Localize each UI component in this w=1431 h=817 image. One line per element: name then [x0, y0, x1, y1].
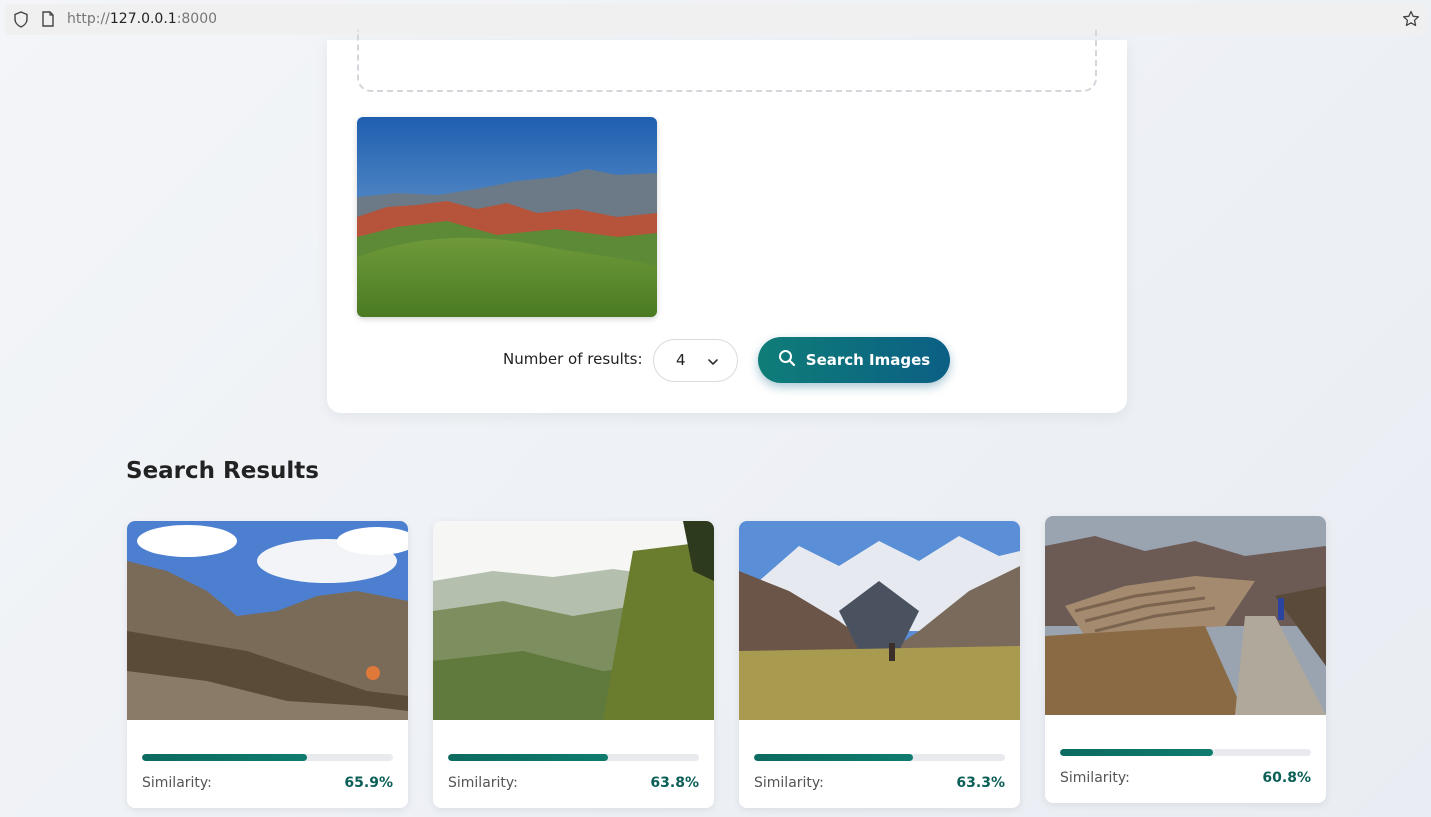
url-port: :8000 [176, 11, 218, 27]
result-image[interactable] [1045, 516, 1326, 715]
result-card[interactable]: Similarity: 65.9% [127, 521, 408, 808]
similarity-bar [754, 754, 1005, 761]
result-image[interactable] [127, 521, 408, 720]
result-image[interactable] [433, 521, 714, 720]
similarity-bar-fill [754, 754, 913, 761]
similarity-bar-fill [448, 754, 609, 761]
similarity-label: Similarity: [1060, 770, 1130, 786]
similarity-bar [142, 754, 393, 761]
similarity-bar-fill [142, 754, 308, 761]
url-host: 127.0.0.1 [109, 11, 177, 27]
upload-dropzone[interactable] [357, 30, 1097, 92]
similarity-label: Similarity: [142, 775, 212, 791]
query-image-preview [357, 117, 657, 317]
search-button-label: Search Images [805, 351, 931, 369]
result-card[interactable]: Similarity: 60.8% [1045, 516, 1326, 803]
results-count-select[interactable]: 4 [653, 339, 738, 382]
shield-icon[interactable] [13, 11, 29, 28]
similarity-bar [448, 754, 699, 761]
results-count-label: Number of results: [503, 350, 643, 368]
similarity-score: 63.3% [956, 775, 1005, 791]
results-count-value: 4 [676, 351, 686, 369]
similarity-label: Similarity: [754, 775, 824, 791]
url-scheme: http:// [67, 11, 110, 27]
page-icon [41, 11, 55, 27]
search-icon [778, 349, 796, 371]
search-images-button[interactable]: Search Images [758, 337, 950, 383]
search-panel: Number of results: 4 Search Images [327, 30, 1127, 413]
results-heading: Search Results [126, 458, 319, 484]
bookmark-star-icon[interactable] [1402, 10, 1420, 28]
similarity-bar-fill [1060, 749, 1213, 756]
chevron-down-icon [707, 354, 719, 372]
similarity-score: 65.9% [344, 775, 393, 791]
similarity-bar [1060, 749, 1311, 756]
similarity-score: 60.8% [1262, 770, 1311, 786]
url-text[interactable]: http://127.0.0.1:8000 [67, 11, 217, 27]
result-card[interactable]: Similarity: 63.3% [739, 521, 1020, 808]
result-card[interactable]: Similarity: 63.8% [433, 521, 714, 808]
similarity-label: Similarity: [448, 775, 518, 791]
similarity-score: 63.8% [650, 775, 699, 791]
result-image[interactable] [739, 521, 1020, 720]
